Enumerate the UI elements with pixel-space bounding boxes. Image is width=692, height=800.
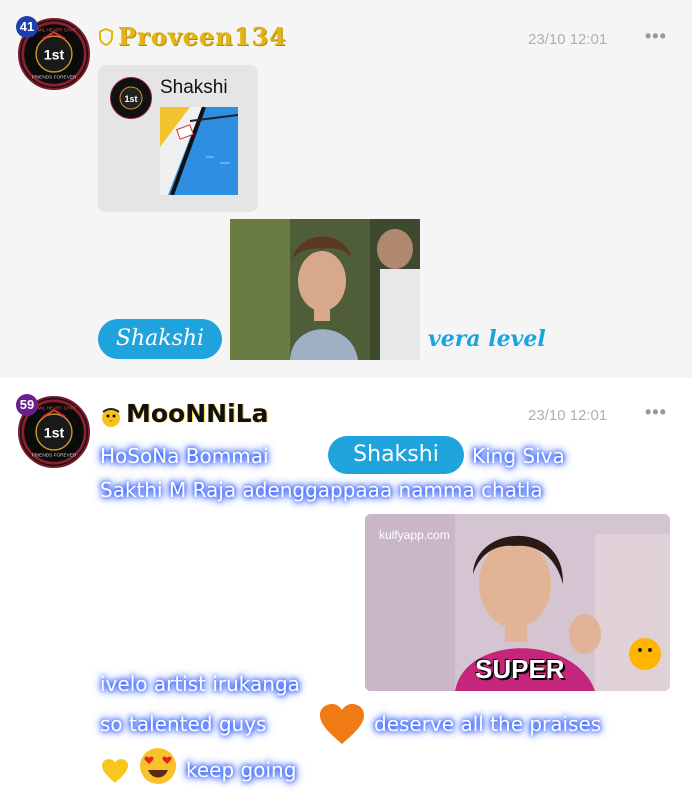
username[interactable]: Proveen134 bbox=[118, 22, 287, 51]
gif-image[interactable]: kulfyapp.com SUPER bbox=[365, 514, 670, 691]
message-text-line: ivelo artist irukanga bbox=[100, 672, 300, 696]
mention-chip[interactable]: Shakshi bbox=[328, 436, 464, 474]
message-text-line: HoSoNa Bommai bbox=[100, 444, 269, 468]
svg-text:1st: 1st bbox=[124, 94, 137, 104]
gif-caption: SUPER bbox=[475, 654, 565, 684]
username[interactable]: MooNNiLa bbox=[126, 399, 268, 428]
shield-icon bbox=[98, 27, 114, 47]
yellow-heart-icon bbox=[100, 758, 130, 784]
avatar-top-text: TAMIL HEART CHAT bbox=[32, 405, 76, 411]
message-text-line: deserve all the praises bbox=[374, 712, 602, 736]
level-badge: 41 bbox=[16, 16, 38, 38]
level-badge: 59 bbox=[16, 394, 38, 416]
more-options-icon[interactable]: ••• bbox=[645, 26, 667, 47]
card-name: Shakshi bbox=[160, 77, 228, 98]
message-text-line: King Siva bbox=[472, 444, 565, 468]
timestamp: 23/10 12:01 bbox=[528, 407, 608, 424]
message-text-line: keep going bbox=[186, 758, 297, 782]
shared-user-card[interactable]: 1st Shakshi bbox=[98, 65, 258, 212]
avatar-bottom-text: FRIENDS FOREVER bbox=[32, 453, 77, 459]
chat-message-1: 1st FRIENDS FOREVER TAMIL HEART CHAT 41 … bbox=[0, 0, 692, 378]
message-text-line: Sakthi M Raja adenggappaaa namma chatla bbox=[100, 478, 543, 502]
timestamp: 23/10 12:01 bbox=[528, 31, 608, 48]
avatar-badge-text: 1st bbox=[44, 48, 65, 64]
chat-message-2: 1st FRIENDS FOREVER TAMIL HEART CHAT 59 … bbox=[0, 378, 692, 800]
heart-eyes-emoji-icon bbox=[138, 746, 178, 786]
orange-heart-icon bbox=[318, 702, 366, 746]
gif-watermark: kulfyapp.com bbox=[379, 528, 450, 542]
avatar-badge-text: 1st bbox=[44, 426, 65, 442]
card-avatar: 1st bbox=[110, 77, 152, 119]
more-options-icon[interactable]: ••• bbox=[645, 402, 667, 423]
message-text-line: so talented guys bbox=[100, 712, 267, 736]
card-image bbox=[160, 107, 238, 195]
avatar-top-text: TAMIL HEART CHAT bbox=[32, 27, 76, 33]
chick-icon bbox=[100, 406, 122, 428]
message-text: vera level bbox=[428, 326, 546, 352]
gif-image[interactable] bbox=[230, 219, 420, 360]
mention-chip[interactable]: Shakshi bbox=[98, 319, 222, 359]
avatar-bottom-text: FRIENDS FOREVER bbox=[32, 75, 77, 81]
